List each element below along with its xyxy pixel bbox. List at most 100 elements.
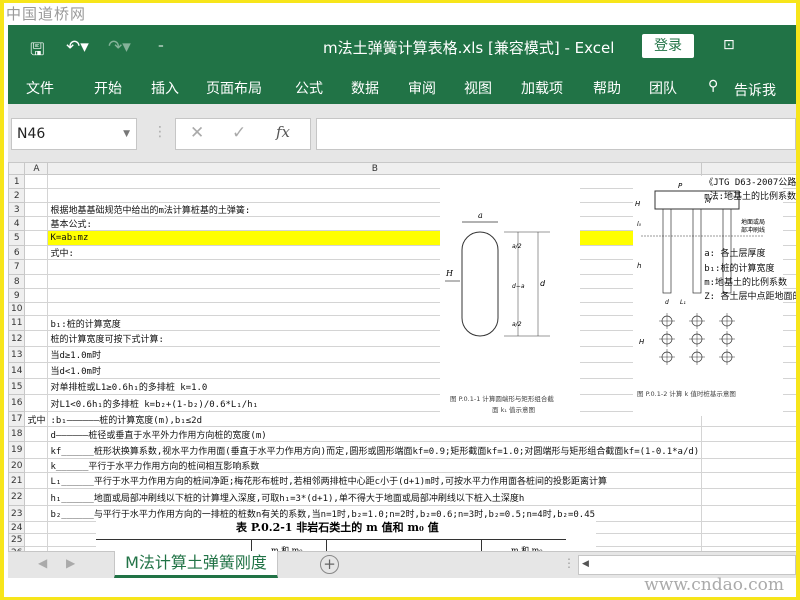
insert-function-icon[interactable]: fx [276, 123, 290, 141]
cell-B5[interactable]: K=ab₁mz [47, 230, 703, 246]
cell-B10[interactable] [47, 302, 703, 316]
redo-icon[interactable]: ↷▾ [108, 37, 131, 57]
undo-icon[interactable]: ↶▾ [66, 37, 89, 57]
row-header[interactable]: 3 [8, 202, 26, 217]
enter-icon[interactable]: ✓ [232, 123, 246, 143]
cell-B19[interactable]: kf______桩形状换算系数,视水平力作用面(垂直于水平力作用方向)而定,圆形… [47, 441, 703, 459]
scroll-left-icon[interactable]: ◀ [582, 559, 589, 569]
row-header[interactable]: 16 [8, 394, 26, 412]
cell-B3[interactable]: 根据地基基础规范中给出的m法计算桩基的土弹簧: [47, 202, 703, 217]
cell-B15[interactable]: 对单排桩或L1≥0.6h₁的多排桩 k=1.0 [47, 378, 703, 395]
login-button[interactable]: 登录 [642, 34, 694, 58]
cell-A9[interactable] [24, 288, 49, 303]
cell-A4[interactable] [24, 216, 49, 231]
cell-A16[interactable] [24, 394, 49, 412]
cell-A1[interactable] [24, 174, 49, 189]
row-header[interactable]: 23 [8, 505, 26, 522]
row-header[interactable]: 24 [8, 521, 26, 534]
cell-B14[interactable]: 当d<1.0m时 [47, 362, 703, 379]
tab-team[interactable]: 团队 [649, 78, 677, 98]
cell-A20[interactable] [24, 458, 49, 473]
cell-B22[interactable]: h₁______地面或局部冲刷线以下桩的计算埋入深度,可取h₁=3*(d+1),… [47, 488, 703, 506]
cell-B4[interactable]: 基本公式: [47, 216, 703, 231]
cell-C18[interactable] [701, 426, 796, 442]
ribbon-display-options-icon[interactable]: ⊡ [723, 37, 735, 53]
cell-A17[interactable]: 式中 [24, 411, 49, 427]
row-header[interactable]: 20 [8, 458, 26, 473]
cell-B9[interactable] [47, 288, 703, 303]
cell-C20[interactable] [701, 458, 796, 473]
row-header[interactable]: 9 [8, 288, 26, 303]
row-header[interactable]: 14 [8, 362, 26, 379]
horizontal-scrollbar[interactable]: ◀ [578, 555, 796, 575]
cell-A18[interactable] [24, 426, 49, 442]
cell-A14[interactable] [24, 362, 49, 379]
cell-C19[interactable] [701, 441, 796, 459]
cell-B6[interactable]: 式中: [47, 245, 703, 260]
row-header[interactable]: 12 [8, 330, 26, 347]
tab-home[interactable]: 开始 [94, 78, 122, 98]
cell-A5[interactable] [24, 230, 49, 246]
row-header[interactable]: 5 [8, 230, 26, 246]
select-all-corner[interactable] [8, 162, 26, 175]
row-header[interactable]: 2 [8, 188, 26, 203]
cell-A19[interactable] [24, 441, 49, 459]
cell-B23[interactable]: b₂______与平行于水平力作用方向的一排桩的桩数n有关的系数,当n=1时,b… [47, 505, 703, 522]
cell-A12[interactable] [24, 330, 49, 347]
row-header[interactable]: 17 [8, 411, 26, 427]
cell-A8[interactable] [24, 274, 49, 289]
tab-help[interactable]: 帮助 [593, 78, 621, 98]
row-header[interactable]: 6 [8, 245, 26, 260]
cell-B8[interactable] [47, 274, 703, 289]
row-header[interactable]: 11 [8, 315, 26, 331]
cell-A6[interactable] [24, 245, 49, 260]
tab-view[interactable]: 视图 [464, 78, 492, 98]
tab-add-ins[interactable]: 加载项 [521, 78, 563, 98]
row-header[interactable]: 13 [8, 346, 26, 363]
cell-C21[interactable] [701, 472, 796, 489]
save-icon[interactable]: 🖫 [30, 37, 44, 66]
cell-C25[interactable] [701, 533, 796, 547]
cell-B13[interactable]: 当d≥1.0m时 [47, 346, 703, 363]
prev-sheet-icon[interactable]: ◀ [38, 556, 47, 570]
tab-data[interactable]: 数据 [351, 78, 379, 98]
cell-A21[interactable] [24, 472, 49, 489]
cell-A15[interactable] [24, 378, 49, 395]
cancel-icon[interactable]: ✕ [190, 123, 204, 143]
column-header-A[interactable]: A [24, 162, 49, 175]
cell-A7[interactable] [24, 259, 49, 275]
row-header[interactable]: 19 [8, 441, 26, 459]
chevron-down-icon[interactable]: ▼ [123, 119, 130, 149]
tab-file[interactable]: 文件 [26, 78, 54, 98]
cell-B1[interactable] [47, 174, 703, 189]
tell-me-box[interactable]: 告诉我 [734, 80, 776, 100]
cell-A13[interactable] [24, 346, 49, 363]
cell-A10[interactable] [24, 302, 49, 316]
sheet-tab-active[interactable]: M法计算土弹簧刚度 [114, 551, 278, 578]
formula-input[interactable] [316, 118, 796, 150]
row-header[interactable]: 7 [8, 259, 26, 275]
cell-B12[interactable]: 桩的计算宽度可按下式计算: [47, 330, 703, 347]
cell-B2[interactable] [47, 188, 703, 203]
cell-B7[interactable] [47, 259, 703, 275]
cell-C23[interactable] [701, 505, 796, 522]
row-header[interactable]: 1 [8, 174, 26, 189]
cell-B18[interactable]: d——————桩径或垂直于水平外力作用方向桩的宽度(m) [47, 426, 703, 442]
row-header[interactable]: 4 [8, 216, 26, 231]
cell-C22[interactable] [701, 488, 796, 506]
cell-A22[interactable] [24, 488, 49, 506]
search-icon[interactable]: ⚲ [708, 78, 718, 94]
row-header[interactable]: 10 [8, 302, 26, 316]
row-header[interactable]: 25 [8, 533, 26, 547]
cell-A23[interactable] [24, 505, 49, 522]
worksheet-grid[interactable]: ABCDEFGHIJKLM1 《JTG D63-2007公路桥涵地基与基础设计规范… [8, 162, 796, 553]
tab-insert[interactable]: 插入 [151, 78, 179, 98]
row-header[interactable]: 18 [8, 426, 26, 442]
column-header-C[interactable]: C [701, 162, 796, 175]
row-header[interactable]: 21 [8, 472, 26, 489]
column-header-B[interactable]: B [47, 162, 703, 175]
cell-A25[interactable] [24, 533, 49, 547]
next-sheet-icon[interactable]: ▶ [66, 556, 75, 570]
tab-formulas[interactable]: 公式 [295, 78, 323, 98]
cell-C24[interactable] [701, 521, 796, 534]
